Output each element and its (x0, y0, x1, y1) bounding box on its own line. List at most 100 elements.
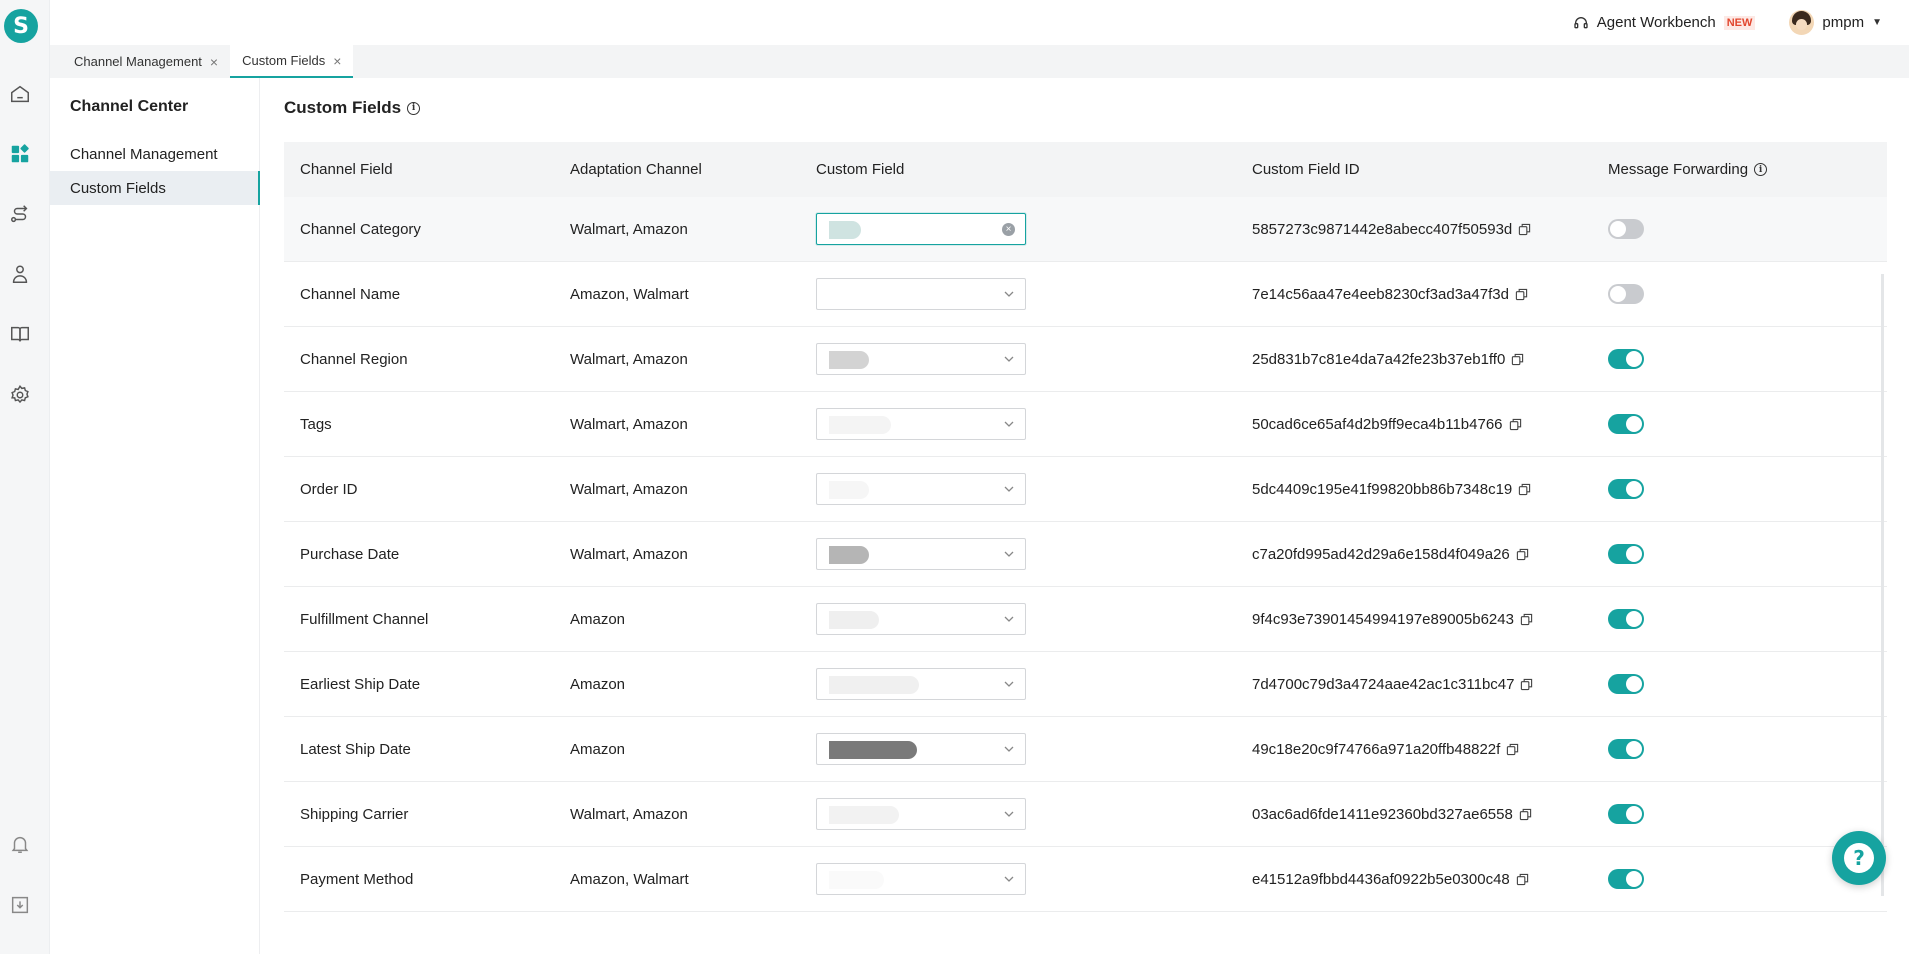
copy-icon[interactable] (1516, 873, 1529, 886)
app-logo[interactable]: S (4, 9, 38, 43)
toggle-knob (1626, 546, 1642, 562)
custom-field-select[interactable] (816, 863, 1026, 895)
message-forwarding-toggle[interactable] (1608, 284, 1644, 304)
copy-icon[interactable] (1518, 223, 1531, 236)
custom-field-id: 5dc4409c195e41f99820bb86b7348c19 (1252, 480, 1513, 498)
book-icon[interactable] (9, 323, 31, 345)
selected-value-chip (829, 481, 869, 499)
selected-value-chip (829, 546, 869, 564)
sidebar-item-custom-fields[interactable]: Custom Fields (50, 171, 260, 205)
selected-value-chip (829, 871, 884, 889)
column-header-label: Message Forwarding (1608, 161, 1749, 178)
custom-field-select[interactable]: × (816, 213, 1026, 245)
tab-channel-management[interactable]: Channel Management × (62, 45, 230, 78)
clear-icon[interactable]: × (1002, 223, 1015, 236)
message-forwarding-cell (1608, 804, 1887, 824)
custom-field-id: 50cad6ce65af4d2b9ff9eca4b11b4766 (1252, 415, 1503, 433)
close-icon[interactable]: × (333, 53, 341, 69)
scrollbar[interactable] (1881, 274, 1884, 896)
custom-field-select[interactable] (816, 343, 1026, 375)
selected-value-chip (829, 611, 879, 629)
message-forwarding-toggle[interactable] (1608, 674, 1644, 694)
message-forwarding-toggle[interactable] (1608, 739, 1644, 759)
custom-field-id: c7a20fd995ad42d29a6e158d4f049a26 (1252, 545, 1510, 563)
username: pmpm (1822, 14, 1865, 31)
column-header: Channel Field (300, 161, 393, 178)
custom-field-cell (816, 668, 1252, 700)
agent-workbench-link[interactable]: Agent Workbench NEW (1573, 14, 1756, 31)
custom-field-select[interactable] (816, 603, 1026, 635)
sidebar-item-channel-management[interactable]: Channel Management (50, 137, 260, 171)
custom-field-select[interactable] (816, 473, 1026, 505)
agent-workbench-label: Agent Workbench (1596, 14, 1716, 31)
custom-field-id: 5857273c9871442e8abecc407f50593d (1252, 220, 1513, 238)
selected-value-chip (829, 741, 917, 759)
copy-icon[interactable] (1520, 678, 1533, 691)
icon-rail: S (0, 0, 50, 954)
message-forwarding-toggle[interactable] (1608, 804, 1644, 824)
toggle-knob (1626, 416, 1642, 432)
copy-icon[interactable] (1519, 808, 1532, 821)
gear-icon[interactable] (9, 384, 31, 406)
chevron-down-icon (1004, 356, 1014, 362)
home-icon[interactable] (9, 83, 31, 105)
column-header: Adaptation Channel (570, 161, 702, 178)
custom-field-select[interactable] (816, 408, 1026, 440)
message-forwarding-toggle[interactable] (1608, 479, 1644, 499)
custom-field-id: 7e14c56aa47e4eeb8230cf3ad3a47f3d (1252, 285, 1509, 303)
help-button[interactable]: ? (1832, 831, 1886, 885)
custom-field-select[interactable] (816, 733, 1026, 765)
custom-field-select[interactable] (816, 278, 1026, 310)
message-forwarding-cell (1608, 609, 1887, 629)
sidebar-item-label: Custom Fields (70, 179, 166, 197)
table-row: Payment Method Amazon, Walmart e41512a9f… (284, 847, 1887, 912)
info-icon[interactable]: i (407, 101, 421, 115)
copy-icon[interactable] (1506, 743, 1519, 756)
message-forwarding-toggle[interactable] (1608, 414, 1644, 434)
table-row: Shipping Carrier Walmart, Amazon 03ac6ad… (284, 782, 1887, 847)
sidebar-item-label: Channel Management (70, 145, 218, 163)
table-row: Tags Walmart, Amazon 50cad6ce65af4d2b9ff… (284, 392, 1887, 457)
message-forwarding-cell (1608, 349, 1887, 369)
message-forwarding-toggle[interactable] (1608, 544, 1644, 564)
routes-icon[interactable] (9, 203, 31, 225)
copy-icon[interactable] (1509, 418, 1522, 431)
toggle-knob (1626, 741, 1642, 757)
copy-icon[interactable] (1518, 483, 1531, 496)
custom-field-cell (816, 538, 1252, 570)
user-menu[interactable]: pmpm ▼ (1789, 10, 1882, 35)
chevron-down-icon: ▼ (1872, 17, 1882, 28)
channel-field-cell: Channel Region (300, 350, 408, 368)
bell-icon[interactable] (9, 833, 31, 855)
custom-field-select[interactable] (816, 538, 1026, 570)
copy-icon[interactable] (1520, 613, 1533, 626)
close-icon[interactable]: × (210, 54, 218, 70)
message-forwarding-toggle[interactable] (1608, 609, 1644, 629)
message-forwarding-toggle[interactable] (1608, 869, 1644, 889)
selected-value-chip (829, 351, 869, 369)
adaptation-channel-cell: Walmart, Amazon (570, 480, 688, 498)
message-forwarding-toggle[interactable] (1608, 349, 1644, 369)
adaptation-channel-cell: Walmart, Amazon (570, 220, 688, 238)
download-icon[interactable] (9, 894, 31, 916)
channel-field-cell: Channel Category (300, 220, 421, 238)
custom-field-select[interactable] (816, 668, 1026, 700)
user-money-icon[interactable] (9, 263, 31, 285)
channel-field-cell: Latest Ship Date (300, 740, 411, 758)
table-row: Latest Ship Date Amazon 49c18e20c9f74766… (284, 717, 1887, 782)
custom-field-select[interactable] (816, 798, 1026, 830)
copy-icon[interactable] (1515, 288, 1528, 301)
info-icon[interactable]: i (1754, 163, 1768, 176)
copy-icon[interactable] (1516, 548, 1529, 561)
adaptation-channel-cell: Walmart, Amazon (570, 545, 688, 563)
apps-icon[interactable] (9, 143, 31, 165)
copy-icon[interactable] (1511, 353, 1524, 366)
message-forwarding-toggle[interactable] (1608, 219, 1644, 239)
custom-field-cell (816, 603, 1252, 635)
toggle-knob (1610, 221, 1626, 237)
custom-field-id: 49c18e20c9f74766a971a20ffb48822f (1252, 740, 1501, 758)
toggle-knob (1626, 676, 1642, 692)
tab-custom-fields[interactable]: Custom Fields × (230, 45, 354, 78)
adaptation-channel-cell: Amazon (570, 610, 626, 628)
selected-value-chip (829, 221, 861, 239)
